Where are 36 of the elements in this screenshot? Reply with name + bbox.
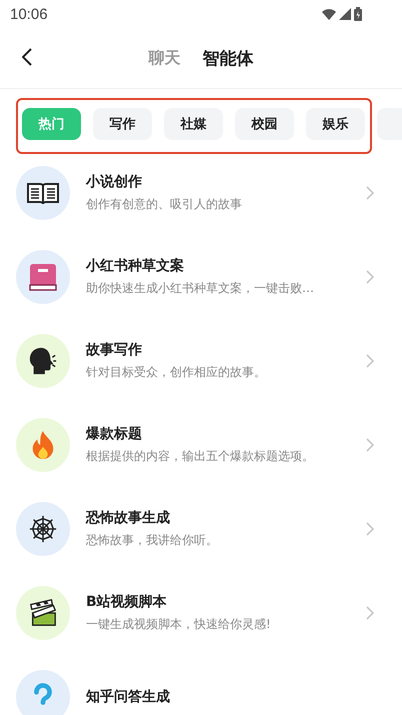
agent-description: 恐怖故事，我讲给你听。 — [86, 532, 219, 549]
chevron-right-icon[interactable] — [366, 186, 374, 200]
agent-title[interactable]: 恐怖故事生成 — [86, 509, 366, 527]
battery-icon — [354, 7, 362, 21]
chevron-right-icon[interactable] — [366, 270, 374, 284]
category-tab[interactable]: 写作 — [93, 108, 152, 140]
book-icon — [28, 262, 58, 292]
agent-description: 针对目标受众，创作相应的故事。 — [86, 364, 267, 381]
signal-icon — [339, 8, 351, 20]
category-tab[interactable]: 社媒 — [164, 108, 223, 140]
agent-description: 创作有创意的、吸引人的故事 — [86, 196, 243, 213]
agent-title[interactable]: 故事写作 — [86, 341, 366, 359]
chevron-right-icon[interactable] — [366, 522, 374, 536]
agent-description: 根据提供的内容，输出五个爆款标题选项。 — [86, 448, 315, 465]
agent-description: 助你快速生成小红书种草文案，一键击败… — [86, 280, 315, 297]
agent-title[interactable]: B站视频脚本 — [86, 593, 366, 611]
status-time: 10:06 — [10, 6, 48, 22]
agent-description: 一键生成视频脚本，快速给你灵感! — [86, 616, 272, 633]
speaking-head-icon — [28, 346, 58, 376]
category-tab[interactable]: 娱乐 — [306, 108, 365, 140]
chevron-right-icon[interactable] — [366, 606, 374, 620]
spider-web-icon — [28, 514, 58, 544]
icon-background[interactable] — [16, 586, 70, 640]
agent-title[interactable]: 爆款标题 — [86, 425, 366, 443]
agent-title[interactable]: 小说创作 — [86, 173, 366, 191]
agent-title[interactable]: 知乎问答生成 — [86, 688, 374, 706]
category-tab[interactable]: 校园 — [235, 108, 294, 140]
header-tab[interactable]: 智能体 — [202, 46, 254, 70]
agent-title[interactable]: 小红书种草文案 — [86, 257, 366, 275]
chevron-right-icon[interactable] — [366, 438, 374, 452]
icon-background[interactable] — [16, 334, 70, 388]
book-icon — [27, 181, 59, 205]
clapperboard-icon — [28, 598, 58, 628]
chevron-right-icon[interactable] — [366, 354, 374, 368]
wifi-icon — [322, 8, 336, 20]
back-icon[interactable] — [22, 48, 32, 66]
